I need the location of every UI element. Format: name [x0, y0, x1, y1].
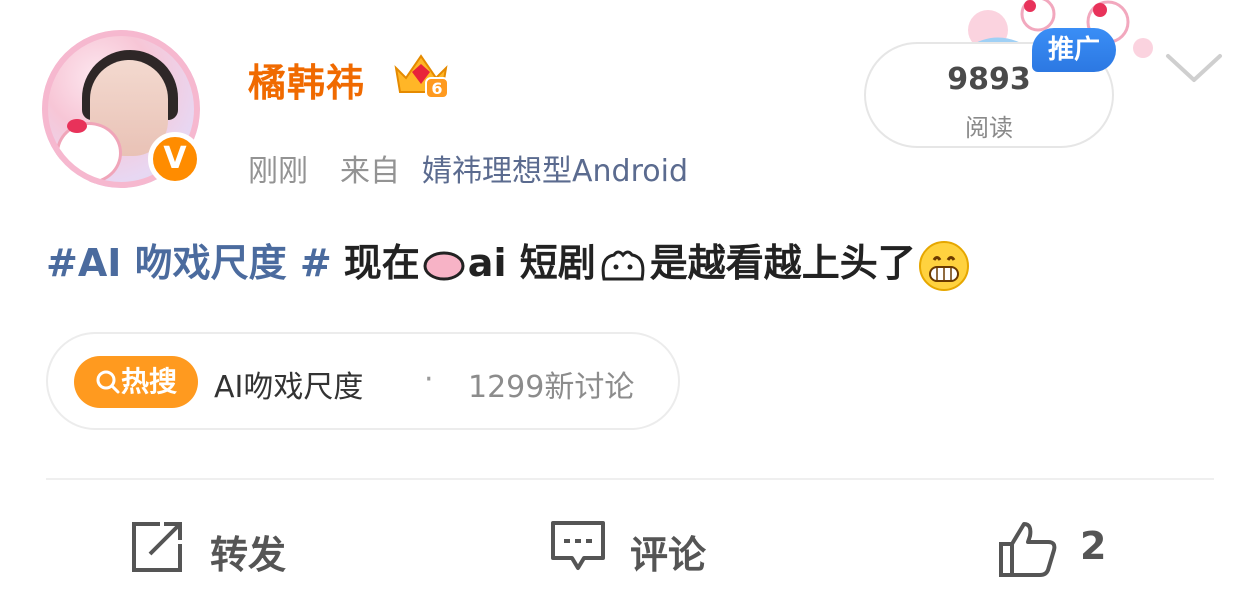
hot-search-badge-label: 热搜: [120, 365, 177, 398]
repost-button[interactable]: 转发: [130, 520, 330, 580]
kiss-lips-emoji-icon: [423, 251, 465, 280]
like-button[interactable]: 2: [998, 520, 1108, 580]
thumbs-up-icon: [999, 522, 1057, 577]
hot-search-topic: AI吻戏尺度: [214, 370, 364, 405]
like-count: 2: [1080, 524, 1107, 568]
promo-badge: 推广: [1032, 28, 1116, 72]
cute-face-emoji-icon: [601, 250, 645, 280]
separator-dot: ·: [424, 362, 434, 397]
post-time: 刚刚: [248, 154, 308, 189]
post-text-1: 现在: [343, 241, 420, 285]
hot-search-card[interactable]: 热搜 AI吻戏尺度 · 1299新讨论: [46, 332, 680, 430]
source-prefix: 来自: [340, 154, 400, 189]
divider: [46, 478, 1214, 480]
discussion-count: 1299新讨论: [468, 370, 635, 405]
chevron-down-icon[interactable]: [1164, 50, 1224, 86]
post-meta: 刚刚 来自 婧祎理想型Android: [248, 146, 688, 190]
post-text-2: ai 短剧: [467, 241, 596, 285]
hashtag-link[interactable]: #AI 吻戏尺度 #: [46, 241, 332, 285]
post-text-3: 是越看越上头了: [649, 241, 916, 285]
verified-badge-icon: V: [148, 132, 202, 186]
post-source-link[interactable]: 婧祎理想型Android: [422, 154, 688, 189]
hot-search-badge: 热搜: [74, 356, 198, 408]
comment-icon: [551, 521, 605, 570]
repost-icon: [132, 522, 182, 572]
grin-emoji-icon: [918, 240, 969, 291]
view-count-label: 阅读: [965, 114, 1013, 142]
crown-level-icon: 6: [394, 54, 449, 99]
search-icon: [96, 370, 120, 394]
repost-label: 转发: [210, 533, 287, 577]
level-number: 6: [431, 79, 442, 98]
post-content: #AI 吻戏尺度 # 现在 ai 短剧 是越看越上头了: [46, 236, 972, 292]
comment-label: 评论: [630, 533, 707, 577]
comment-button[interactable]: 评论: [550, 520, 750, 580]
username[interactable]: 橘韩祎: [248, 52, 365, 107]
